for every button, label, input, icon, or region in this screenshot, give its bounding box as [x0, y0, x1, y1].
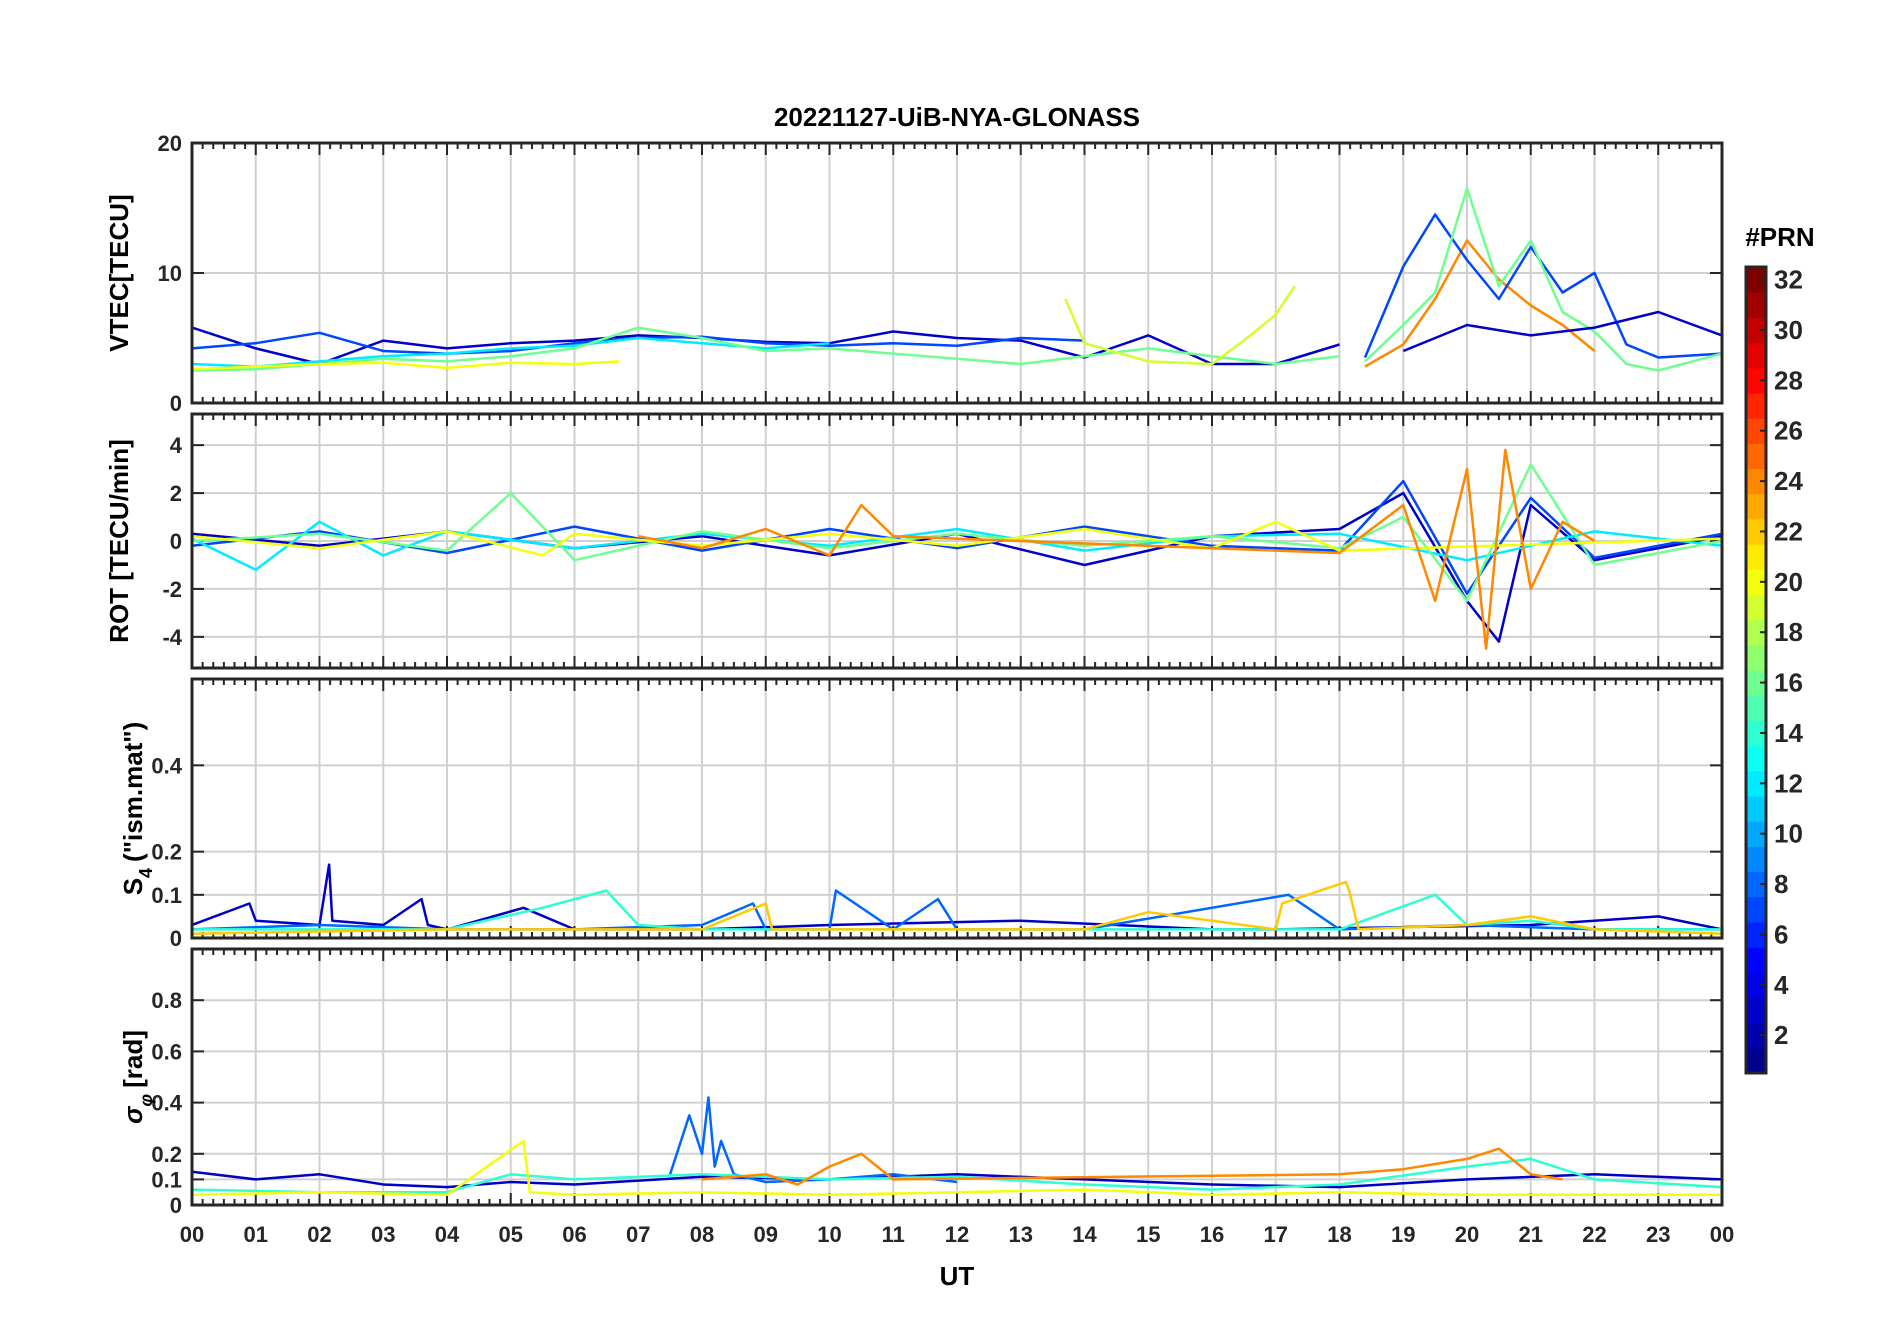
rot-panel: -4 -2 0 2 4 ROT [TECU/min] [104, 412, 1724, 670]
colorbar-tick-label: 2 [1774, 1020, 1788, 1050]
sigma-phi-panel: 00.10.2 0.4 0.6 0.8 σφ [rad] [118, 947, 1724, 1218]
colorbar-segment [1746, 947, 1766, 973]
x-tick-label: 00 [180, 1222, 204, 1247]
colorbar-segment [1746, 745, 1766, 772]
x-axis-label: UT [940, 1261, 975, 1291]
s4-panel: 0 0.1 0.2 0.4 S4 ("ism.mat") [118, 677, 1724, 951]
colorbar-segment [1746, 594, 1766, 621]
x-tick-label: 22 [1582, 1222, 1606, 1247]
colorbar-label: #PRN [1745, 222, 1814, 252]
x-tick-label: 12 [945, 1222, 969, 1247]
x-tick-label: 16 [1200, 1222, 1224, 1247]
x-tick-label: 14 [1072, 1222, 1097, 1247]
series-line-prn-16 [1364, 187, 1722, 372]
x-tick-label: 15 [1136, 1222, 1160, 1247]
y-tick-label: 0.4 [151, 1091, 182, 1116]
x-tick-label: 11 [882, 1222, 905, 1247]
y-label-rest: ("ism.mat") [118, 722, 148, 862]
chart-title: 20221127-UiB-NYA-GLONASS [774, 102, 1140, 132]
x-tick-label: 17 [1264, 1222, 1288, 1247]
colorbar-segment [1746, 292, 1766, 318]
x-tick-label: 07 [626, 1222, 650, 1247]
x-tick-label: 19 [1391, 1222, 1415, 1247]
colorbar: #PRN 2468101214161820222426283032 [1744, 222, 1815, 1075]
colorbar-segment [1746, 443, 1766, 470]
colorbar-tick-label: 14 [1774, 718, 1803, 748]
y-tick-label: 0.1 [151, 883, 182, 908]
colorbar-tick-label: 30 [1774, 315, 1803, 345]
colorbar-segment [1746, 493, 1766, 520]
y-tick-label: -2 [162, 577, 182, 602]
y-tick-label: 0.4 [151, 753, 182, 778]
x-tick-label: 05 [499, 1222, 523, 1247]
y-tick-label: 0.8 [151, 988, 182, 1013]
colorbar-tick-label: 12 [1774, 768, 1803, 798]
y-tick-label: 0.2 [151, 840, 182, 865]
colorbar-tick-label: 10 [1774, 819, 1803, 849]
y-axis-label: ROT [TECU/min] [104, 439, 134, 643]
y-axis-label: S4 ("ism.mat") [118, 722, 156, 896]
x-tick-label: 09 [754, 1222, 778, 1247]
colorbar-tick-label: 32 [1774, 265, 1803, 295]
colorbar-tick-label: 20 [1774, 567, 1803, 597]
colorbar-segment [1746, 644, 1766, 671]
x-tick-label: 00 [1710, 1222, 1734, 1247]
x-tick-label: 10 [817, 1222, 841, 1247]
y-tick-label: 0 [170, 529, 182, 554]
colorbar-tick-label: 4 [1774, 970, 1789, 1000]
colorbar-segment [1746, 695, 1766, 721]
x-tick-label: 02 [307, 1222, 331, 1247]
y-tick-label: 0.6 [151, 1039, 182, 1064]
y-axis-label: σφ [rad] [118, 1030, 156, 1124]
y-tick-label: 0.2 [151, 1142, 182, 1167]
x-tick-label: 13 [1009, 1222, 1033, 1247]
colorbar-tick-label: 26 [1774, 416, 1803, 446]
y-tick-label: 0 [170, 391, 182, 416]
colorbar-tick-label: 18 [1774, 617, 1803, 647]
x-tick-label: 04 [435, 1222, 460, 1247]
x-tick-label: 20 [1455, 1222, 1479, 1247]
y-tick-label: 10 [158, 261, 182, 286]
x-tick-label: 08 [690, 1222, 714, 1247]
x-tick-label: 18 [1327, 1222, 1351, 1247]
colorbar-tick-label: 22 [1774, 516, 1803, 546]
y-tick-label: -4 [162, 625, 182, 650]
colorbar-tick-label: 28 [1774, 365, 1803, 395]
vtec-panel: 0 10 20 VTEC[TECU] [104, 131, 1724, 416]
y-label-rest: [rad] [118, 1030, 148, 1088]
x-tick-label: 21 [1519, 1222, 1543, 1247]
y-label-main: S [118, 878, 148, 895]
series-line-prn-3 [1402, 310, 1722, 353]
colorbar-segment [1746, 342, 1766, 369]
x-tick-label: 06 [562, 1222, 586, 1247]
y-tick-label: 2 [170, 481, 182, 506]
colorbar-segment [1746, 997, 1766, 1024]
y-label-subscript: φ [136, 1094, 156, 1107]
colorbar-segment [1746, 1047, 1766, 1074]
y-tick-label: 0.1 [151, 1167, 182, 1192]
colorbar-tick-label: 8 [1774, 869, 1788, 899]
series-line-prn-7 [1363, 213, 1722, 359]
x-tick-label: 03 [371, 1222, 395, 1247]
colorbar-segment [1746, 896, 1766, 923]
colorbar-tick-label: 24 [1774, 466, 1803, 496]
colorbar-segment [1746, 846, 1766, 873]
colorbar-tick-label: 16 [1774, 668, 1803, 698]
y-label-main: σ [118, 1105, 148, 1124]
x-axis: 00 01 02 03 04 05 06 07 08 09 10 11 12 13 14 15 16 17 18 19… [180, 1222, 1734, 1247]
figure: 20221127-UiB-NYA-GLONASS 01020VTEC[TECU]… [104, 102, 1815, 1291]
colorbar-segment [1746, 795, 1766, 822]
x-tick-label: 01 [244, 1222, 268, 1247]
x-tick-label: 23 [1646, 1222, 1670, 1247]
colorbar-segment [1746, 392, 1766, 419]
y-tick-label: 0 [170, 1193, 182, 1218]
series-line-prn-8 [668, 1096, 958, 1184]
colorbar-segment [1746, 544, 1766, 570]
y-tick-label: 4 [170, 433, 183, 458]
colorbar-tick-label: 6 [1774, 919, 1788, 949]
y-tick-label: 0 [170, 926, 182, 951]
y-tick-label: 20 [158, 131, 182, 156]
y-label-subscript: 4 [136, 868, 156, 878]
y-axis-label: VTEC[TECU] [104, 194, 134, 351]
